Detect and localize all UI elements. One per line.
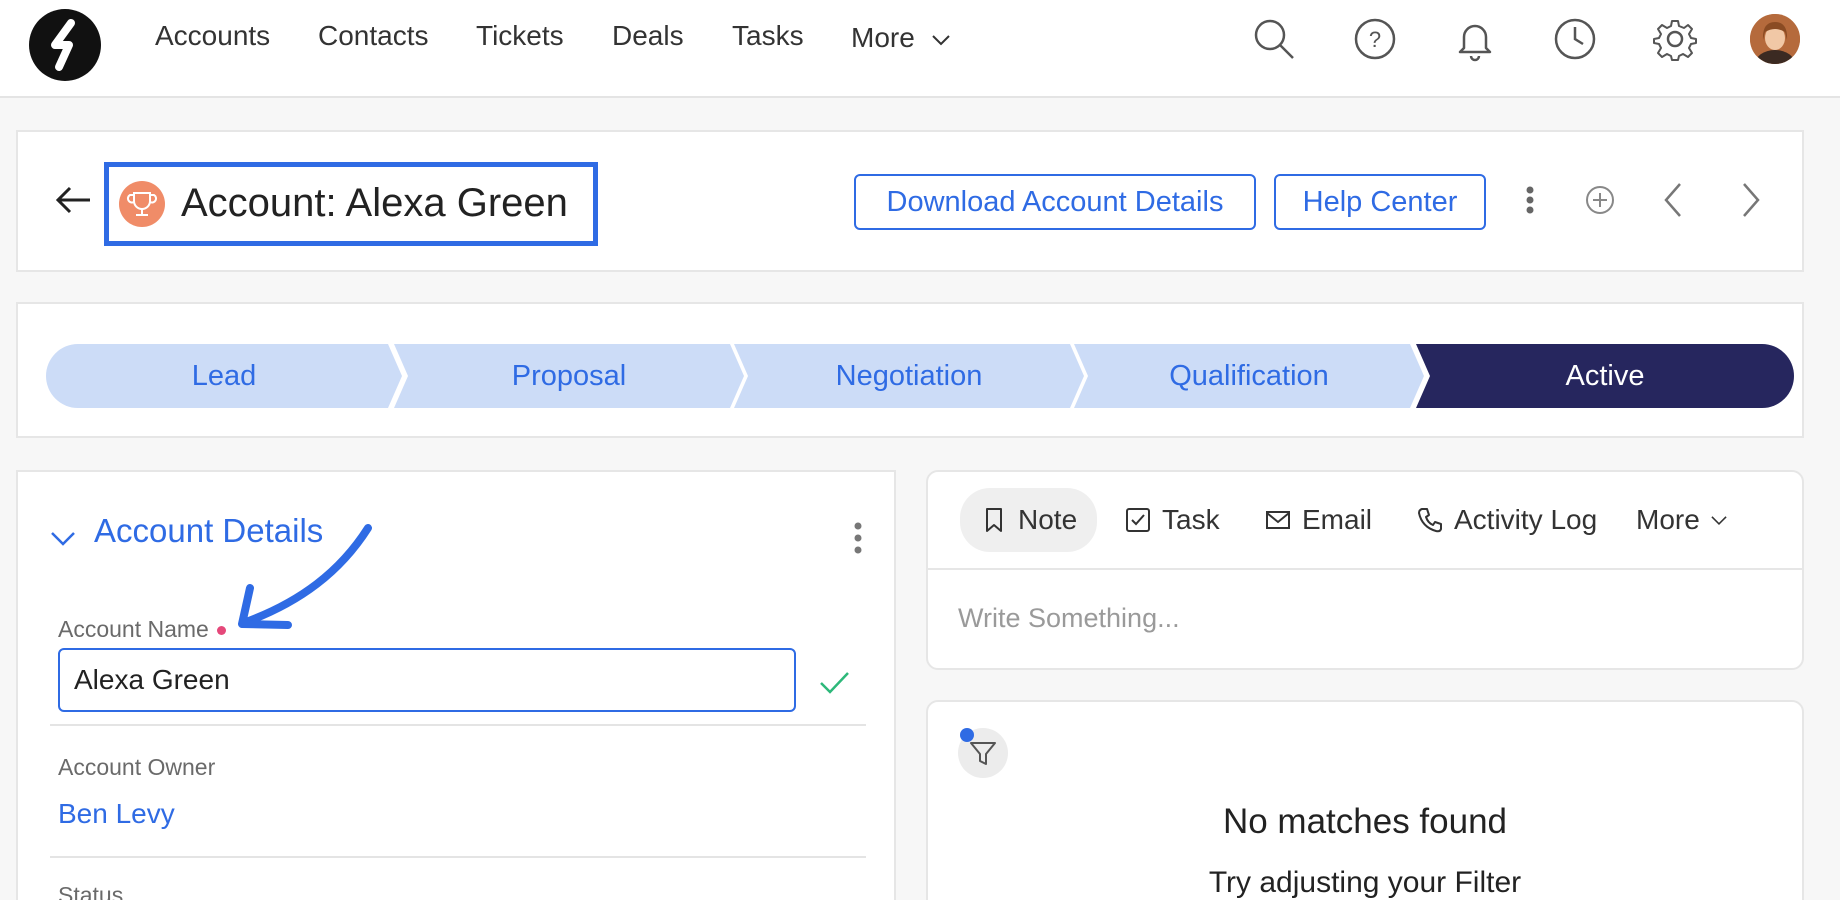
tab-label: Activity Log — [1454, 504, 1598, 535]
status-label: Status — [58, 882, 124, 900]
download-account-details-button[interactable]: Download Account Details — [854, 174, 1256, 230]
page-title: Account: Alexa Green — [181, 181, 568, 225]
account-owner-link[interactable]: Ben Levy — [58, 798, 175, 830]
app-logo[interactable] — [29, 9, 101, 81]
stage-pipeline: Lead Proposal Negotiation Qualification … — [46, 344, 1794, 408]
bookmark-icon — [986, 508, 1002, 532]
divider — [50, 856, 866, 858]
trophy-icon — [119, 181, 165, 227]
checkbox-icon — [1126, 508, 1150, 532]
chevron-down-icon — [931, 34, 950, 46]
tab-task[interactable]: Task — [1124, 488, 1220, 552]
nav-tasks[interactable]: Tasks — [732, 20, 804, 52]
stage-lead[interactable]: Lead — [46, 344, 402, 408]
back-arrow-icon[interactable] — [52, 180, 96, 220]
stage-label: Lead — [191, 359, 257, 392]
tab-label: Task — [1162, 504, 1220, 535]
logo-icon — [51, 19, 75, 71]
activity-feed: No matches found Try adjusting your Filt… — [926, 700, 1804, 900]
empty-state-title: No matches found — [1222, 802, 1508, 841]
avatar-image — [1750, 14, 1800, 64]
add-circle-icon[interactable] — [1576, 176, 1624, 224]
stage-negotiation[interactable]: Negotiation — [734, 344, 1084, 408]
activity-composer: Note Task Email Activity Log More — [926, 470, 1804, 670]
filter-active-dot — [960, 728, 974, 742]
mail-icon — [1266, 511, 1290, 529]
tab-label: Note — [1018, 504, 1078, 535]
chevron-down-icon — [1711, 516, 1727, 526]
tab-activity-log[interactable]: Activity Log — [1416, 488, 1597, 552]
user-avatar[interactable] — [1750, 14, 1800, 64]
top-navbar: Accounts Contacts Tickets Deals Tasks Mo… — [0, 0, 1840, 98]
phone-icon — [1418, 508, 1442, 533]
chevron-right-icon[interactable] — [1726, 176, 1774, 224]
divider — [928, 568, 1802, 570]
title-highlight: Account: Alexa Green — [104, 162, 598, 246]
note-input[interactable] — [958, 596, 1778, 640]
gear-icon[interactable] — [1652, 16, 1698, 62]
search-icon[interactable] — [1251, 16, 1297, 62]
stage-label: Qualification — [1169, 359, 1329, 392]
account-header: Account: Alexa Green Download Account De… — [16, 130, 1804, 272]
chevron-down-icon[interactable] — [48, 524, 78, 554]
nav-accounts[interactable]: Accounts — [155, 20, 270, 52]
kebab-menu-icon[interactable] — [1506, 176, 1554, 224]
stage-active[interactable]: Active — [1416, 344, 1794, 408]
empty-state-subtitle: Try adjusting your Filter — [1208, 866, 1522, 899]
section-title[interactable]: Account Details — [94, 512, 323, 550]
nav-deals[interactable]: Deals — [612, 20, 684, 52]
kebab-menu-icon[interactable] — [838, 514, 878, 562]
clock-icon[interactable] — [1552, 16, 1598, 62]
help-icon[interactable]: ? — [1352, 16, 1398, 62]
check-icon[interactable] — [816, 664, 852, 700]
divider — [50, 724, 866, 726]
tab-email[interactable]: Email — [1264, 488, 1372, 552]
chevron-left-icon[interactable] — [1650, 176, 1698, 224]
account-owner-label: Account Owner — [58, 754, 216, 780]
nav-more-label: More — [851, 22, 915, 53]
stage-label: Proposal — [511, 359, 627, 392]
tab-more[interactable]: More — [1636, 488, 1730, 552]
tab-label: Email — [1302, 504, 1373, 535]
stage-qualification[interactable]: Qualification — [1074, 344, 1424, 408]
help-center-button[interactable]: Help Center — [1274, 174, 1486, 230]
svg-text:?: ? — [1369, 27, 1381, 52]
bell-icon[interactable] — [1452, 16, 1498, 62]
stage-label: Negotiation — [835, 359, 983, 392]
tab-label: More — [1636, 504, 1700, 535]
nav-tickets[interactable]: Tickets — [476, 20, 564, 52]
account-details-card: Account Details Account Name Account Own… — [16, 470, 896, 900]
account-name-field[interactable] — [58, 648, 796, 712]
account-name-label-text: Account Name — [58, 616, 209, 642]
required-indicator — [216, 626, 226, 636]
pipeline-card: Lead Proposal Negotiation Qualification … — [16, 302, 1804, 438]
account-name-label: Account Name — [58, 616, 226, 643]
nav-contacts[interactable]: Contacts — [318, 20, 429, 52]
nav-more[interactable]: More — [851, 22, 951, 54]
stage-proposal[interactable]: Proposal — [394, 344, 744, 408]
tab-note[interactable]: Note — [960, 488, 1098, 552]
stage-label: Active — [1565, 359, 1645, 392]
